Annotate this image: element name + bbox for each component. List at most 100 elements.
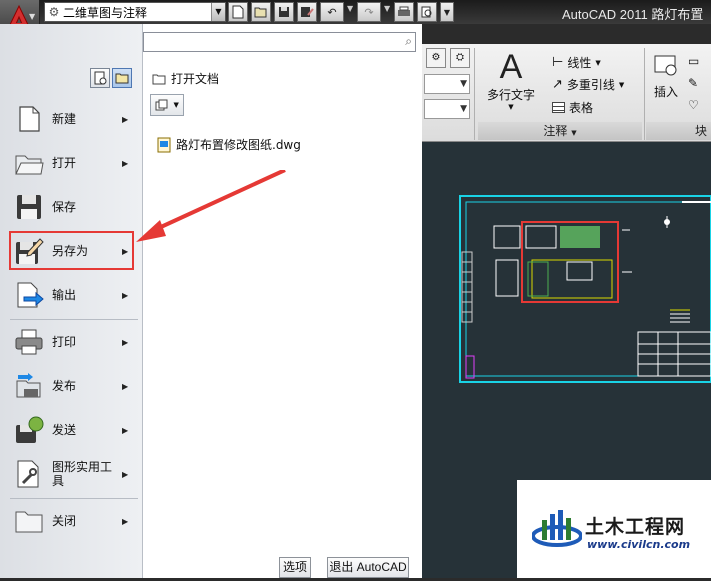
menu-content-pane	[143, 24, 422, 578]
view-options-button[interactable]: ▼	[150, 94, 184, 116]
menu-item-label: 打印	[52, 335, 77, 349]
chevron-right-icon: ▶	[122, 381, 129, 391]
dwg-file-icon	[157, 137, 171, 152]
menu-item-label: 保存	[52, 200, 77, 214]
chevron-down-icon[interactable]: ▼	[384, 4, 390, 13]
panel-divider	[474, 48, 475, 140]
linear-dimension-button[interactable]: ⊢ 线性 ▼	[552, 54, 601, 71]
panel-divider	[644, 48, 645, 140]
menu-item-print[interactable]: 打印 ▶	[8, 321, 136, 363]
menu-separator	[10, 319, 138, 320]
save-as-icon[interactable]	[297, 2, 317, 22]
layer-state-icon[interactable]: ⛭	[450, 48, 470, 68]
chevron-down-icon: ▼	[595, 58, 601, 67]
chevron-right-icon: ▶	[122, 114, 129, 124]
insert-block-icon	[654, 55, 677, 76]
new-file-icon	[12, 102, 46, 136]
menu-item-label: 新建	[52, 112, 77, 126]
menu-item-open[interactable]: 打开 ▶	[8, 142, 136, 184]
table-icon	[552, 102, 565, 113]
undo-icon[interactable]: ↶	[320, 2, 344, 22]
folder-icon	[152, 74, 166, 84]
linear-dimension-icon: ⊢	[552, 55, 564, 70]
recent-file-name: 路灯布置修改图纸.dwg	[176, 138, 301, 152]
customize-quick-access-icon[interactable]: ▼	[440, 2, 454, 22]
multileader-button[interactable]: ↗ 多重引线 ▼	[552, 76, 624, 93]
publish-icon	[12, 369, 46, 403]
save-icon[interactable]	[274, 2, 294, 22]
chevron-down-icon: ▼	[618, 80, 625, 89]
options-button[interactable]: 选项	[279, 557, 311, 578]
menu-item-publish[interactable]: 发布 ▶	[8, 365, 136, 407]
style-dropdown[interactable]: ▼	[424, 99, 470, 119]
view-icon	[155, 99, 168, 111]
menu-separator	[10, 498, 138, 499]
open-documents-title: 打开文档	[171, 72, 220, 86]
send-icon	[12, 413, 46, 447]
chevron-right-icon: ▶	[122, 290, 129, 300]
layer-dropdown[interactable]: ▼	[424, 74, 470, 94]
chevron-down-icon: ▼	[173, 101, 179, 109]
multiline-text-label: 多行文字	[486, 88, 535, 102]
menu-item-label: 发送	[52, 423, 77, 437]
recent-documents-icon	[94, 71, 107, 85]
menu-item-label: 关闭	[52, 514, 77, 528]
open-folder-icon	[12, 146, 46, 180]
menu-item-drawing-utilities[interactable]: 图形实用工具 ▶	[8, 453, 136, 495]
block-panel-title[interactable]: 块	[646, 122, 711, 140]
open-documents-view-button[interactable]	[112, 68, 132, 88]
block-attribute-icon[interactable]: ♡	[688, 98, 699, 112]
edit-block-icon[interactable]: ✎	[688, 76, 698, 90]
ribbon-tab-strip	[422, 24, 711, 44]
search-input[interactable]: ⌕	[143, 32, 416, 52]
recent-file-item[interactable]: 路灯布置修改图纸.dwg	[156, 136, 301, 153]
insert-block-button[interactable]: 插入	[648, 50, 684, 120]
insert-label: 插入	[653, 85, 678, 99]
menu-item-export[interactable]: 输出 ▶	[8, 274, 136, 316]
linear-label: 线性	[567, 56, 592, 70]
chevron-down-icon: ▼	[460, 79, 467, 89]
chevron-down-icon[interactable]: ▼	[211, 3, 225, 21]
save-floppy-icon	[12, 190, 46, 224]
menu-item-label: 输出	[52, 288, 77, 302]
drawing-utilities-icon	[12, 457, 46, 491]
redo-icon[interactable]: ↷	[357, 2, 381, 22]
watermark-title: 土木工程网	[585, 516, 686, 538]
exit-autocad-button[interactable]: 退出 AutoCAD	[327, 557, 409, 578]
chevron-right-icon: ▶	[122, 337, 129, 347]
menu-item-new[interactable]: 新建 ▶	[8, 98, 136, 140]
new-file-icon[interactable]	[228, 2, 248, 22]
menu-item-send[interactable]: 发送 ▶	[8, 409, 136, 451]
save-as-highlight-box	[9, 231, 134, 270]
layer-tool-icon[interactable]: ⚙	[426, 48, 446, 68]
recent-documents-view-button[interactable]	[90, 68, 110, 88]
annotation-panel-label: 注释	[543, 124, 568, 138]
plot-icon[interactable]	[394, 2, 414, 22]
menu-item-label: 图形实用工具	[52, 460, 113, 488]
window-title: AutoCAD 2011 路灯布置	[562, 7, 704, 22]
close-file-icon	[12, 504, 46, 538]
chevron-down-icon: ▼	[29, 12, 36, 21]
workspace-label: 二维草图与注释	[63, 5, 148, 20]
gear-icon: ⚙	[48, 5, 60, 19]
multileader-icon: ↗	[552, 77, 563, 92]
create-block-icon[interactable]: ▭	[688, 54, 699, 68]
multiline-text-button[interactable]: A 多行文字 ▼	[484, 48, 538, 122]
menu-item-save[interactable]: 保存	[8, 186, 136, 228]
chevron-down-icon[interactable]: ▼	[347, 4, 353, 13]
table-label: 表格	[569, 101, 594, 115]
table-button[interactable]: 表格	[552, 99, 593, 116]
open-file-icon[interactable]	[251, 2, 271, 22]
chevron-right-icon: ▶	[122, 469, 129, 479]
printer-icon	[12, 325, 46, 359]
text-a-icon: A	[499, 48, 523, 86]
workspace-selector[interactable]: ⚙ 二维草图与注释 ▼	[44, 2, 226, 22]
menu-item-close[interactable]: 关闭 ▶	[8, 500, 136, 542]
open-documents-header: 打开文档	[152, 70, 219, 87]
chevron-right-icon: ▶	[122, 516, 129, 526]
chevron-right-icon: ▶	[122, 158, 129, 168]
chevron-right-icon: ▶	[122, 425, 129, 435]
preview-icon[interactable]	[417, 2, 437, 22]
annotation-panel-title[interactable]: 注释 ▼	[478, 122, 642, 140]
open-documents-icon	[115, 73, 129, 84]
